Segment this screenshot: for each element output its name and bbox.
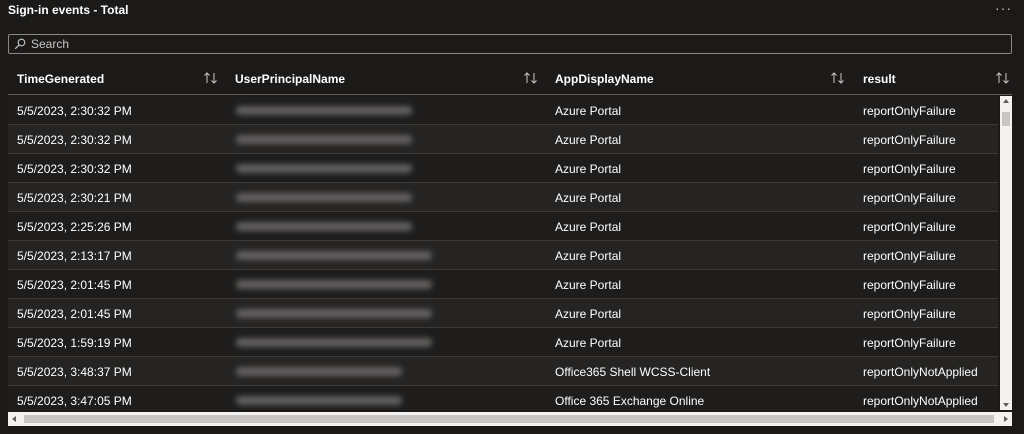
ellipsis-icon[interactable]: ··· [995, 0, 1012, 16]
app-cell: Azure Portal [555, 104, 622, 118]
redacted-user [236, 338, 432, 347]
time-cell: 5/5/2023, 2:01:45 PM [17, 278, 132, 292]
app-cell: Azure Portal [555, 191, 622, 205]
app-cell: Azure Portal [555, 249, 622, 263]
search-input[interactable] [31, 36, 991, 52]
search-icon [14, 38, 26, 50]
time-cell: 5/5/2023, 3:48:37 PM [17, 365, 132, 379]
app-cell: Azure Portal [555, 278, 622, 292]
sort-icon[interactable] [203, 71, 219, 85]
table-body: 5/5/2023, 2:30:32 PM Azure Portal report… [8, 96, 998, 410]
column-header-userprincipalname[interactable]: UserPrincipalName [235, 72, 345, 86]
result-cell: reportOnlyFailure [863, 278, 956, 292]
result-cell: reportOnlyFailure [863, 336, 956, 350]
vertical-scrollbar[interactable] [1000, 96, 1012, 410]
table-row[interactable]: 5/5/2023, 1:59:19 PM Azure Portal report… [8, 328, 998, 357]
scroll-down-icon[interactable] [1003, 403, 1009, 407]
sort-icon[interactable] [830, 71, 846, 85]
table-row[interactable]: 5/5/2023, 2:01:45 PM Azure Portal report… [8, 270, 998, 299]
table-row[interactable]: 5/5/2023, 2:01:45 PM Azure Portal report… [8, 299, 998, 328]
redacted-user [236, 135, 412, 144]
time-cell: 5/5/2023, 2:30:32 PM [17, 162, 132, 176]
sort-icon[interactable] [995, 71, 1011, 85]
result-cell: reportOnlyFailure [863, 162, 956, 176]
result-cell: reportOnlyFailure [863, 307, 956, 321]
result-cell: reportOnlyFailure [863, 220, 956, 234]
redacted-user [236, 280, 432, 289]
scroll-up-icon[interactable] [1003, 99, 1009, 103]
result-cell: reportOnlyFailure [863, 104, 956, 118]
table-row[interactable]: 5/5/2023, 3:47:05 PM Office 365 Exchange… [8, 386, 998, 410]
time-cell: 5/5/2023, 2:30:21 PM [17, 191, 132, 205]
result-cell: reportOnlyFailure [863, 191, 956, 205]
redacted-user [236, 396, 402, 405]
result-cell: reportOnlyFailure [863, 249, 956, 263]
redacted-user [236, 164, 412, 173]
table-row[interactable]: 5/5/2023, 2:30:32 PM Azure Portal report… [8, 96, 998, 125]
redacted-user [236, 251, 432, 260]
time-cell: 5/5/2023, 1:59:19 PM [17, 336, 132, 350]
result-cell: reportOnlyNotApplied [863, 394, 978, 408]
app-cell: Azure Portal [555, 162, 622, 176]
search-box[interactable] [8, 34, 1012, 54]
redacted-user [236, 193, 412, 202]
app-cell: Azure Portal [555, 307, 622, 321]
app-cell: Azure Portal [555, 133, 622, 147]
vertical-scroll-thumb[interactable] [1002, 112, 1010, 126]
result-cell: reportOnlyFailure [863, 133, 956, 147]
time-cell: 5/5/2023, 2:30:32 PM [17, 104, 132, 118]
column-header-result[interactable]: result [863, 72, 896, 86]
time-cell: 5/5/2023, 3:47:05 PM [17, 394, 132, 408]
column-header-appdisplayname[interactable]: AppDisplayName [555, 72, 654, 86]
app-cell: Office365 Shell WCSS-Client [555, 365, 711, 379]
app-cell: Office 365 Exchange Online [555, 394, 705, 408]
horizontal-scroll-thumb[interactable] [24, 415, 994, 423]
app-cell: Azure Portal [555, 336, 622, 350]
table-row[interactable]: 5/5/2023, 3:48:37 PM Office365 Shell WCS… [8, 357, 998, 386]
table-row[interactable]: 5/5/2023, 2:13:17 PM Azure Portal report… [8, 241, 998, 270]
time-cell: 5/5/2023, 2:01:45 PM [17, 307, 132, 321]
table-header: TimeGenerated UserPrincipalName AppDispl… [8, 64, 1012, 95]
sort-icon[interactable] [523, 71, 539, 85]
redacted-user [236, 106, 412, 115]
scroll-left-icon[interactable] [12, 416, 16, 422]
redacted-user [236, 309, 432, 318]
table-row[interactable]: 5/5/2023, 2:30:32 PM Azure Portal report… [8, 154, 998, 183]
table-row[interactable]: 5/5/2023, 2:30:32 PM Azure Portal report… [8, 125, 998, 154]
scroll-right-icon[interactable] [1004, 416, 1008, 422]
horizontal-scrollbar[interactable] [8, 412, 1012, 426]
redacted-user [236, 222, 412, 231]
column-header-timegenerated[interactable]: TimeGenerated [17, 72, 104, 86]
result-cell: reportOnlyNotApplied [863, 365, 978, 379]
time-cell: 5/5/2023, 2:30:32 PM [17, 133, 132, 147]
time-cell: 5/5/2023, 2:13:17 PM [17, 249, 132, 263]
time-cell: 5/5/2023, 2:25:26 PM [17, 220, 132, 234]
app-cell: Azure Portal [555, 220, 622, 234]
table-row[interactable]: 5/5/2023, 2:25:26 PM Azure Portal report… [8, 212, 998, 241]
results-grid: TimeGenerated UserPrincipalName AppDispl… [8, 64, 1012, 410]
panel-title: Sign-in events - Total [8, 3, 129, 17]
redacted-user [236, 367, 402, 376]
table-row[interactable]: 5/5/2023, 2:30:21 PM Azure Portal report… [8, 183, 998, 212]
